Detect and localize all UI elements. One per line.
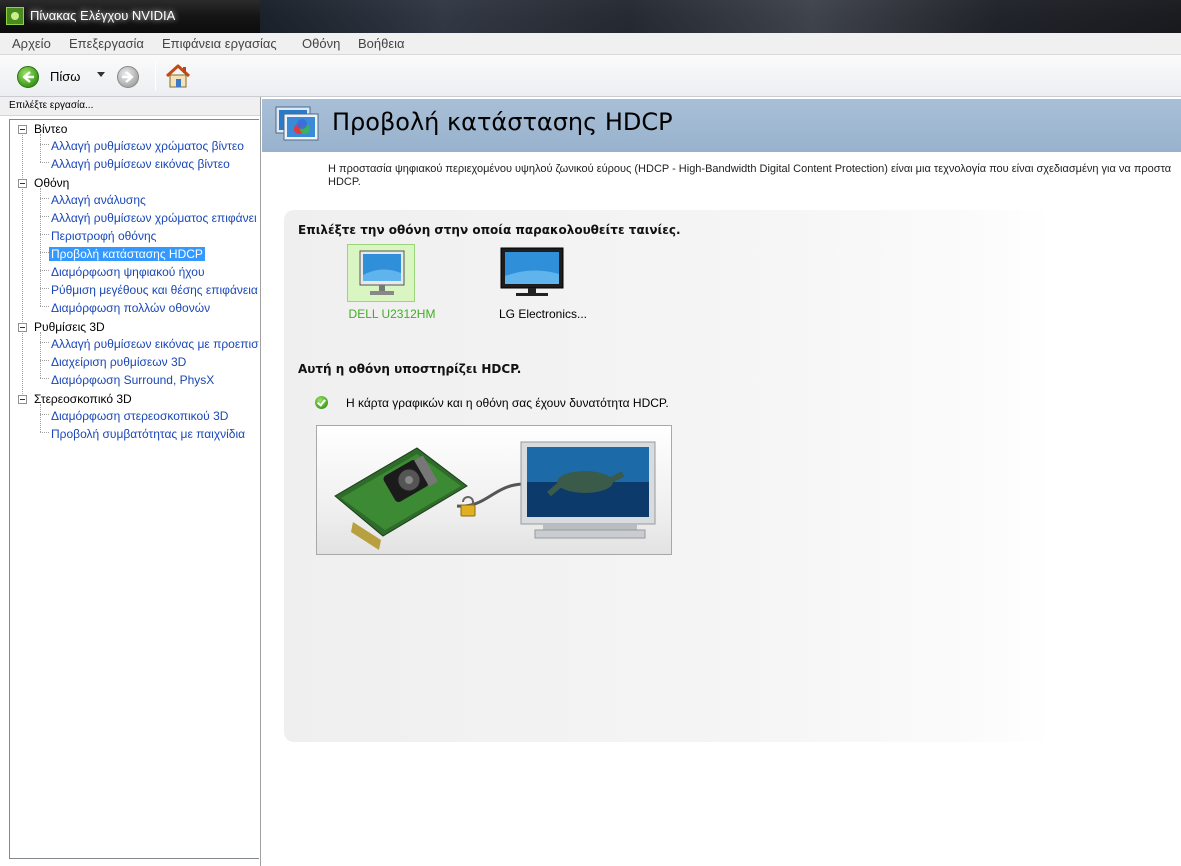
- history-dropdown-icon[interactable]: [97, 72, 105, 77]
- task-sidebar: Επιλέξτε εργασία... Βίντεο Αλλαγή ρυθμίσ…: [0, 97, 261, 866]
- menu-desktop[interactable]: Επιφάνεια εργασίας: [162, 36, 277, 51]
- tree-item-video-image[interactable]: Αλλαγή ρυθμίσεων εικόνας βίντεο: [51, 157, 230, 171]
- title-bar-background: [260, 0, 1181, 33]
- tree-connector: [40, 216, 49, 217]
- tree-item-multiple-displays[interactable]: Διαμόρφωση πολλών οθονών: [51, 301, 210, 315]
- hdcp-illustration: [316, 425, 672, 555]
- tree-connector: [40, 360, 49, 361]
- forward-button[interactable]: [117, 66, 139, 88]
- collapse-3d-icon[interactable]: [18, 323, 27, 332]
- tree-connector: [40, 288, 49, 289]
- toolbar: Πίσω: [0, 55, 1181, 97]
- sidebar-header: Επιλέξτε εργασία...: [0, 97, 260, 116]
- collapse-stereo-icon[interactable]: [18, 395, 27, 404]
- tree-connector: [40, 342, 49, 343]
- page-description: Η προστασία ψηφιακού περιεχομένου υψηλού…: [328, 163, 1181, 189]
- tree-connector: [40, 378, 49, 379]
- tree-connector: [40, 134, 41, 162]
- tree-connector: [40, 234, 49, 235]
- tree-item-manage-3d[interactable]: Διαχείριση ρυθμίσεων 3D: [51, 355, 186, 369]
- menu-file[interactable]: Αρχείο: [12, 36, 51, 51]
- back-arrow-icon: [22, 71, 34, 83]
- tree-connector: [40, 432, 49, 433]
- menu-display[interactable]: Οθόνη: [302, 36, 340, 51]
- tree-item-resolution[interactable]: Αλλαγή ανάλυσης: [51, 193, 146, 207]
- monitor-icon: [500, 247, 564, 296]
- menu-edit[interactable]: Επεξεργασία: [69, 36, 144, 51]
- tree-item-hdcp-status[interactable]: Προβολή κατάστασης HDCP: [49, 247, 205, 261]
- tree-connector: [40, 144, 49, 145]
- page-title: Προβολή κατάστασης HDCP: [332, 108, 673, 136]
- back-button[interactable]: [17, 66, 39, 88]
- tree-connector: [40, 198, 49, 199]
- monitor-label-dell: DELL U2312HM: [348, 307, 436, 321]
- home-icon[interactable]: [165, 64, 191, 88]
- select-display-heading: Επιλέξτε την οθόνη στην οποία παρακολουθ…: [298, 223, 681, 237]
- tree-category-video[interactable]: Βίντεο: [34, 122, 67, 136]
- tree-connector: [40, 404, 41, 432]
- menu-bar: Αρχείο Επεξεργασία Επιφάνεια εργασίας Οθ…: [0, 33, 1181, 55]
- tree-category-3d-settings[interactable]: Ρυθμίσεις 3D: [34, 320, 105, 334]
- tree-connector: [40, 414, 49, 415]
- window-title: Πίνακας Ελέγχου NVIDIA: [30, 8, 176, 23]
- title-bar: Πίνακας Ελέγχου NVIDIA: [0, 0, 1181, 33]
- menu-help[interactable]: Βοήθεια: [358, 36, 405, 51]
- tree-connector: [22, 132, 23, 402]
- monitor-label-lg: LG Electronics...: [498, 307, 588, 321]
- display-settings-icon: [275, 106, 319, 141]
- collapse-display-icon[interactable]: [18, 179, 27, 188]
- back-label[interactable]: Πίσω: [50, 69, 80, 84]
- monitor-selection-frame: [347, 244, 415, 302]
- tree-category-display[interactable]: Οθόνη: [34, 176, 69, 190]
- description-line-1: Η προστασία ψηφιακού περιεχομένου υψηλού…: [328, 163, 1172, 175]
- page-banner: Προβολή κατάστασης HDCP: [262, 99, 1181, 152]
- monitor-selection-frame: [498, 244, 566, 302]
- tree-connector: [40, 306, 49, 307]
- check-icon: [315, 396, 328, 409]
- tree-connector: [40, 252, 49, 253]
- toolbar-separator: [155, 61, 156, 91]
- task-tree[interactable]: Βίντεο Αλλαγή ρυθμίσεων χρώματος βίντεο …: [9, 119, 259, 859]
- tree-item-stereo-setup[interactable]: Διαμόρφωση στερεοσκοπικού 3D: [51, 409, 228, 423]
- tree-connector: [40, 162, 49, 163]
- graphics-card-illustration: [334, 441, 656, 550]
- tree-item-desktop-color[interactable]: Αλλαγή ρυθμίσεων χρώματος επιφάνει: [51, 211, 257, 225]
- tree-item-desktop-size[interactable]: Ρύθμιση μεγέθους και θέσης επιφάνεια: [51, 283, 258, 297]
- tree-item-digital-audio[interactable]: Διαμόρφωση ψηφιακού ήχου: [51, 265, 205, 279]
- monitor-icon: [359, 250, 405, 295]
- tree-connector: [40, 270, 49, 271]
- nvidia-app-icon: [6, 7, 24, 25]
- tree-item-image-preview[interactable]: Αλλαγή ρυθμίσεων εικόνας με προεπισ: [51, 337, 259, 351]
- tree-item-surround-physx[interactable]: Διαμόρφωση Surround, PhysX: [51, 373, 214, 387]
- tree-item-video-color[interactable]: Αλλαγή ρυθμίσεων χρώματος βίντεο: [51, 139, 244, 153]
- hdcp-status-text: Η κάρτα γραφικών και η οθόνη σας έχουν δ…: [346, 396, 669, 410]
- collapse-video-icon[interactable]: [18, 125, 27, 134]
- hdcp-support-heading: Αυτή η οθόνη υποστηρίζει HDCP.: [298, 362, 522, 376]
- tree-category-stereoscopic[interactable]: Στερεοσκοπικό 3D: [34, 392, 132, 406]
- tree-item-game-compat[interactable]: Προβολή συμβατότητας με παιχνίδια: [51, 427, 245, 441]
- lock-icon: [460, 496, 476, 517]
- main-content: Προβολή κατάστασης HDCP Η προστασία ψηφι…: [262, 97, 1181, 866]
- hdcp-panel: Επιλέξτε την οθόνη στην οποία παρακολουθ…: [284, 210, 1052, 742]
- tree-item-rotate-display[interactable]: Περιστροφή οθόνης: [51, 229, 156, 243]
- forward-arrow-icon: [122, 71, 134, 83]
- tree-connector: [40, 332, 41, 378]
- description-line-2: HDCP.: [328, 176, 361, 188]
